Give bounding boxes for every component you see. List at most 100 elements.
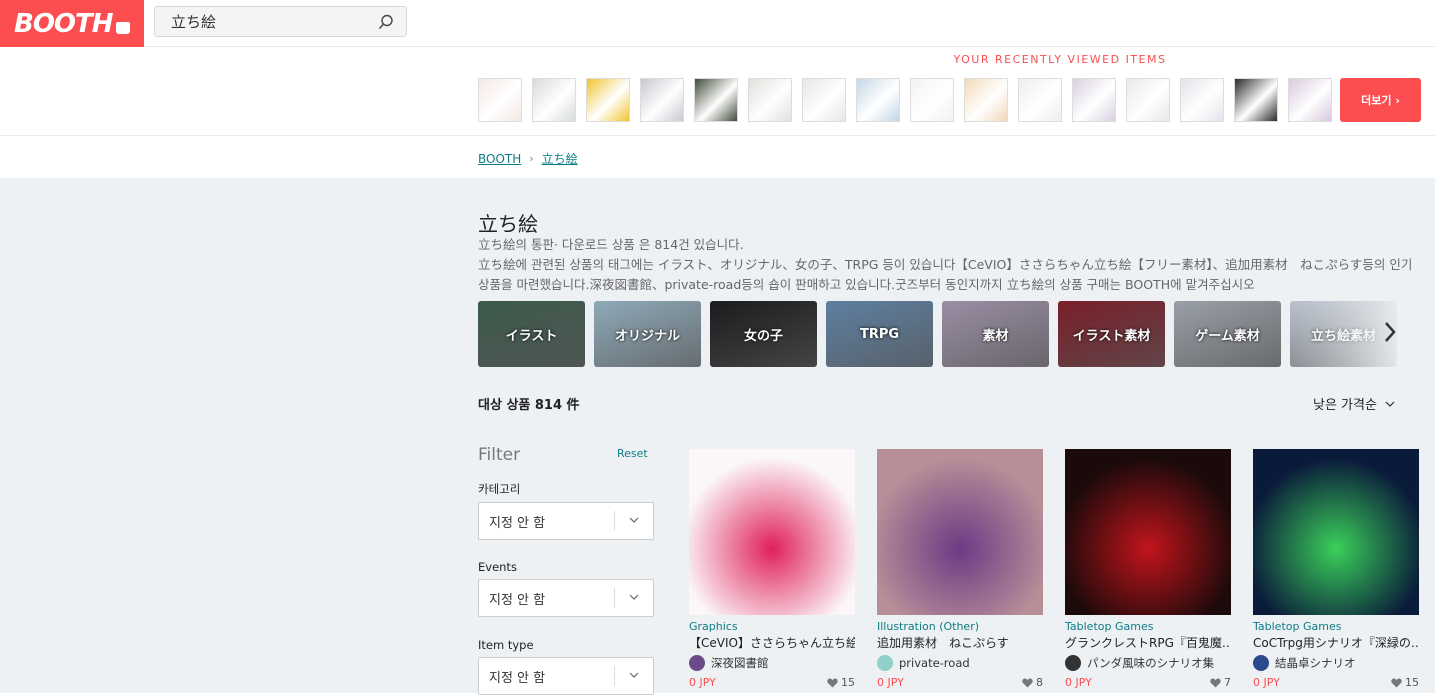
recent-item-thumbnail[interactable] xyxy=(910,78,954,122)
recent-thumbnails xyxy=(478,78,1332,122)
cat-icon xyxy=(115,21,130,34)
category-select-value: 지정 안 함 xyxy=(489,515,546,531)
product-title-link[interactable]: CoCTrpg用シナリオ『深緑の… xyxy=(1253,634,1419,651)
product-title-link[interactable]: グランクレストRPG『百鬼魔… xyxy=(1065,634,1231,651)
main-content: 立ち絵 立ち絵의 통판· 다운로드 상품 은 814건 있습니다. 立ち絵에 관… xyxy=(0,178,1435,695)
filter-reset-link[interactable]: Reset xyxy=(617,447,648,460)
shop-link[interactable]: 深夜図書館 xyxy=(689,655,855,671)
chevron-right-icon: › xyxy=(529,152,534,165)
tag-tile[interactable]: TRPG xyxy=(826,301,933,367)
header: BOOTH 立ち絵 xyxy=(0,0,1435,47)
product-price: 0 JPY xyxy=(1065,676,1092,689)
recent-item-thumbnail[interactable] xyxy=(856,78,900,122)
product-price: 0 JPY xyxy=(689,676,716,689)
like-count: 15 xyxy=(841,676,855,689)
chevron-down-icon xyxy=(629,672,639,678)
like-count: 8 xyxy=(1036,676,1043,689)
product-category-link[interactable]: Illustration (Other) xyxy=(877,620,1043,633)
tag-tile-label: 素材 xyxy=(982,328,1009,344)
recent-item-thumbnail[interactable] xyxy=(802,78,846,122)
shop-link[interactable]: 結晶卓シナリオ xyxy=(1253,655,1419,671)
tag-tile[interactable]: 素材 xyxy=(942,301,1049,367)
tag-tile[interactable]: オリジナル xyxy=(594,301,701,367)
chevron-down-icon xyxy=(629,517,639,523)
product-category-link[interactable]: Tabletop Games xyxy=(1253,620,1419,633)
booth-logo[interactable]: BOOTH xyxy=(0,0,144,47)
recent-item-thumbnail[interactable] xyxy=(1018,78,1062,122)
tag-tile[interactable]: ゲーム素材 xyxy=(1174,301,1281,367)
shop-name: private-road xyxy=(899,656,970,670)
recent-item-thumbnail[interactable] xyxy=(1072,78,1116,122)
tag-tile-label: イラスト xyxy=(505,328,558,344)
itemtype-select-value: 지정 안 함 xyxy=(489,670,546,686)
search-input[interactable]: 立ち絵 xyxy=(154,6,407,37)
shop-avatar xyxy=(1065,655,1081,671)
tag-tile[interactable]: イラスト xyxy=(478,301,585,367)
like-count: 7 xyxy=(1224,676,1231,689)
product-title-link[interactable]: 【CeVIO】ささらちゃん立ち絵… xyxy=(689,634,855,651)
result-count: 대상 상품 814 件 xyxy=(478,398,580,413)
product-image[interactable] xyxy=(689,449,855,615)
tag-tile-label: イラスト素材 xyxy=(1072,328,1151,344)
recently-viewed-title: YOUR RECENTLY VIEWED ITEMS xyxy=(953,53,1167,66)
category-select[interactable]: 지정 안 함 xyxy=(478,502,654,540)
like-button[interactable]: 15 xyxy=(1391,676,1419,689)
shop-name: 結晶卓シナリオ xyxy=(1275,656,1356,670)
events-filter-label: Events xyxy=(478,560,517,574)
product-category-link[interactable]: Graphics xyxy=(689,620,855,633)
product-card[interactable]: Tabletop Games CoCTrpg用シナリオ『深緑の… 結晶卓シナリオ… xyxy=(1253,449,1419,689)
chevron-right-icon xyxy=(1385,322,1396,342)
tag-tile-label: ゲーム素材 xyxy=(1195,328,1260,344)
search-icon[interactable] xyxy=(378,14,394,30)
shop-link[interactable]: パンダ風味のシナリオ集 xyxy=(1065,655,1231,671)
recent-item-thumbnail[interactable] xyxy=(640,78,684,122)
tag-tile[interactable]: イラスト素材 xyxy=(1058,301,1165,367)
tag-description: 立ち絵의 통판· 다운로드 상품 은 814건 있습니다. 立ち絵에 관련된 상… xyxy=(478,235,1418,295)
recent-item-thumbnail[interactable] xyxy=(1234,78,1278,122)
product-image[interactable] xyxy=(877,449,1043,615)
product-card[interactable]: Illustration (Other) 追加用素材 ねこぷらす private… xyxy=(877,449,1043,689)
like-button[interactable]: 8 xyxy=(1022,676,1043,689)
related-tag-tiles: イラストオリジナル女の子TRPG素材イラスト素材ゲーム素材立ち絵素材 xyxy=(478,301,1397,367)
page-title: 立ち絵 xyxy=(478,212,538,236)
sort-dropdown[interactable]: 낮은 가격순 xyxy=(1313,394,1395,413)
events-select[interactable]: 지정 안 함 xyxy=(478,579,654,617)
heart-icon xyxy=(1210,678,1221,687)
product-category-link[interactable]: Tabletop Games xyxy=(1065,620,1231,633)
recent-item-thumbnail[interactable] xyxy=(1180,78,1224,122)
tag-tile[interactable]: 女の子 xyxy=(710,301,817,367)
recent-item-thumbnail[interactable] xyxy=(532,78,576,122)
product-image[interactable] xyxy=(1065,449,1231,615)
product-card[interactable]: Tabletop Games グランクレストRPG『百鬼魔… パンダ風味のシナリ… xyxy=(1065,449,1231,689)
recent-item-thumbnail[interactable] xyxy=(1126,78,1170,122)
product-card[interactable]: Graphics 【CeVIO】ささらちゃん立ち絵… 深夜図書館 0 JPY 1… xyxy=(689,449,855,689)
chevron-down-icon xyxy=(629,594,639,600)
product-image[interactable] xyxy=(1253,449,1419,615)
sort-value: 낮은 가격순 xyxy=(1313,398,1377,413)
tag-tile-label: 女の子 xyxy=(743,328,783,344)
recent-item-thumbnail[interactable] xyxy=(694,78,738,122)
like-button[interactable]: 7 xyxy=(1210,676,1231,689)
shop-link[interactable]: private-road xyxy=(877,655,1043,671)
like-button[interactable]: 15 xyxy=(827,676,855,689)
breadcrumb-root-link[interactable]: BOOTH xyxy=(478,152,521,166)
recent-item-thumbnail[interactable] xyxy=(748,78,792,122)
recent-item-thumbnail[interactable] xyxy=(1288,78,1332,122)
product-title-link[interactable]: 追加用素材 ねこぷらす xyxy=(877,634,1043,651)
tag-tile-label: TRPG xyxy=(859,326,900,342)
itemtype-filter-label: Item type xyxy=(478,638,534,652)
shop-avatar xyxy=(1253,655,1269,671)
product-price: 0 JPY xyxy=(877,676,904,689)
like-count: 15 xyxy=(1405,676,1419,689)
recent-item-thumbnail[interactable] xyxy=(586,78,630,122)
tiles-next-button[interactable] xyxy=(1378,317,1402,347)
tag-description-line1: 立ち絵의 통판· 다운로드 상품 은 814건 있습니다. xyxy=(478,237,744,252)
shop-name: 深夜図書館 xyxy=(711,656,769,670)
itemtype-select[interactable]: 지정 안 함 xyxy=(478,657,654,695)
recent-item-thumbnail[interactable] xyxy=(964,78,1008,122)
tag-description-line2: 立ち絵에 관련된 상품의 태그에는 イラスト、オリジナル、女の子、TRPG 등이… xyxy=(478,257,1413,292)
recent-item-thumbnail[interactable] xyxy=(478,78,522,122)
more-button[interactable]: 더보기 › xyxy=(1340,78,1421,122)
filter-title: Filter xyxy=(478,445,521,465)
breadcrumb-current-link[interactable]: 立ち絵 xyxy=(542,150,578,167)
